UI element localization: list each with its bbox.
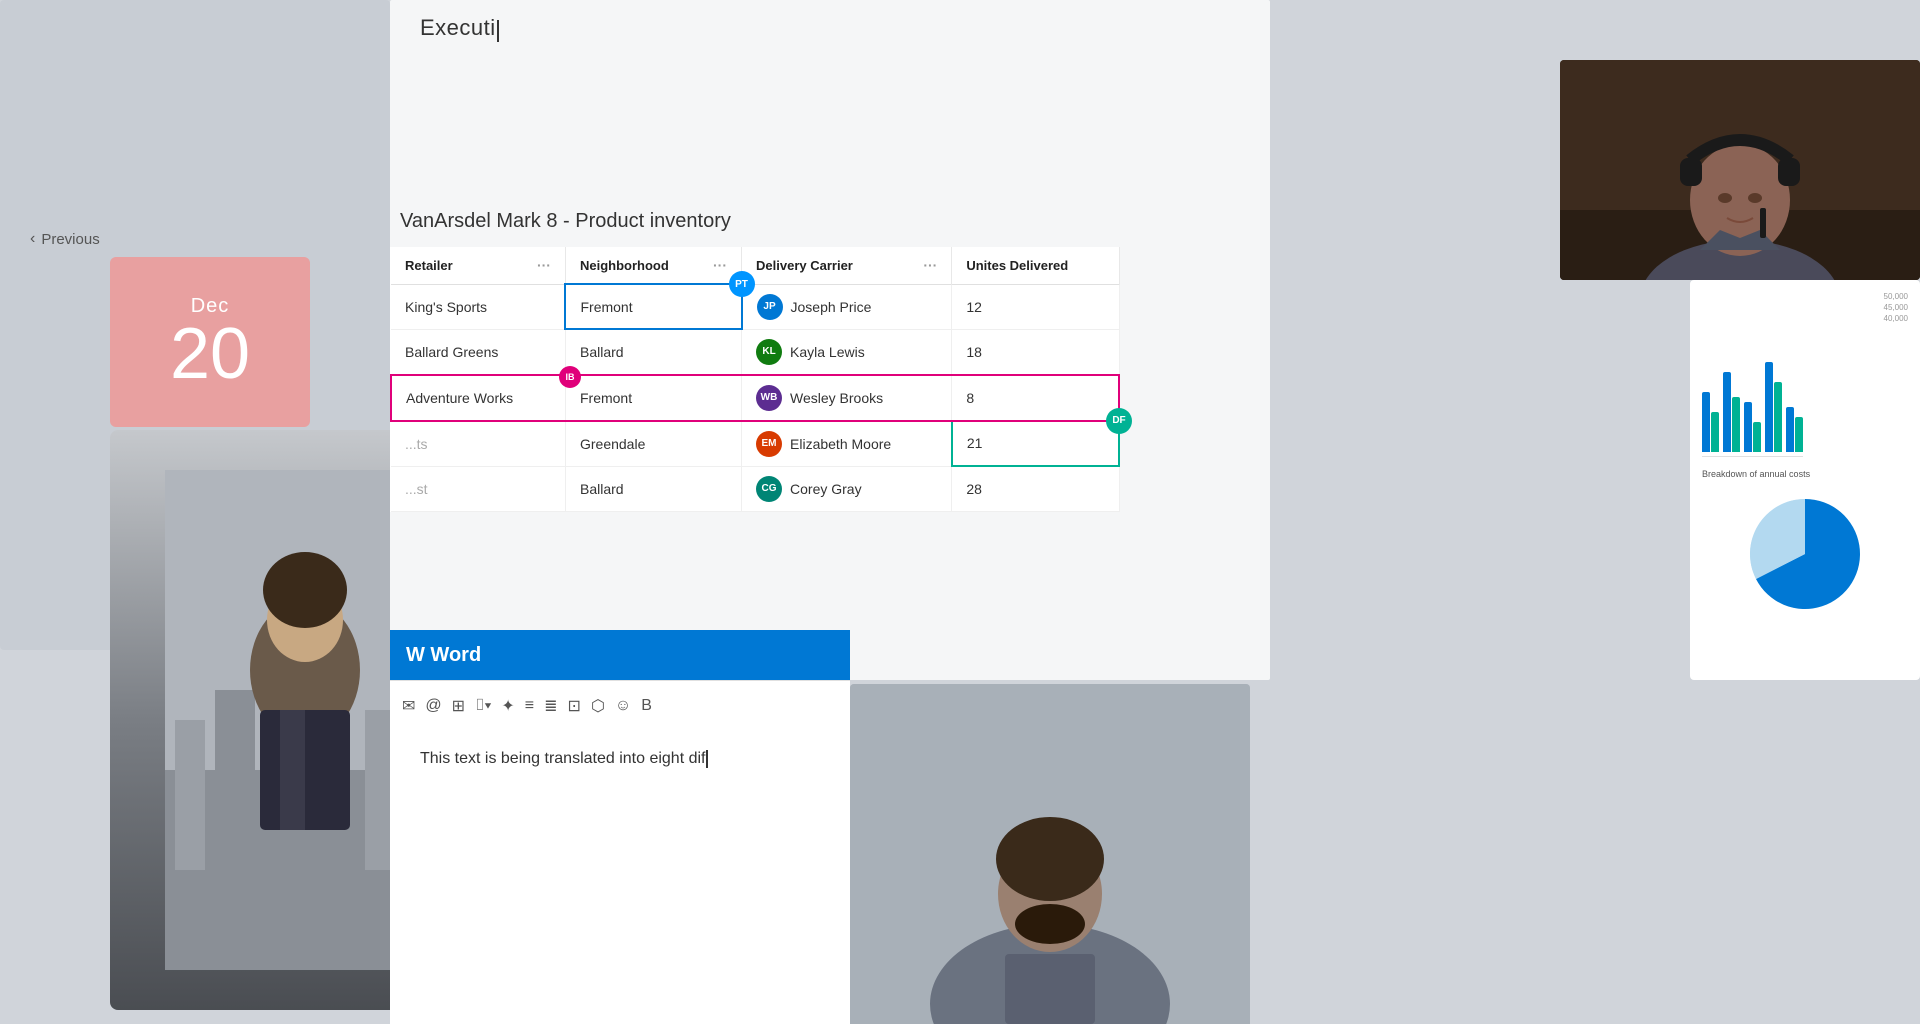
page-title: Executi [420,15,496,40]
bar-teal-4 [1774,382,1782,452]
prev-chevron-icon: ‹ [30,230,35,248]
format-icon[interactable]: ✦ [501,696,514,716]
bar-teal-3 [1753,422,1761,452]
table-header-row: Retailer ··· Neighborhood ··· Delivery C… [391,247,1119,284]
cell-units-1: 12 [952,284,1119,329]
bar-group-5 [1786,407,1803,452]
df-badge: DF [1106,408,1132,434]
cell-neighborhood-3: Fremont [565,375,741,421]
chart-y-40000: 40,000 [1702,314,1908,323]
bar-group-3 [1744,402,1761,452]
col-retailer: Retailer ··· [391,247,565,284]
chart-icon[interactable]: ⌷▾ [475,697,491,715]
prev-label: Previous [41,231,99,248]
chart-y-45000: 45,000 [1702,303,1908,312]
cell-carrier-3: WB Wesley Brooks [742,375,952,421]
bar-blue-1 [1702,392,1710,452]
cell-neighborhood-5: Ballard [565,466,741,511]
table-row: King's Sports Fremont PT JP Joseph Price… [391,284,1119,329]
man-video-frame [1560,60,1920,280]
avatar-jp: JP [757,294,783,320]
col-delivery-carrier: Delivery Carrier ··· [742,247,952,284]
cell-neighborhood-2: Ballard [565,329,741,375]
cell-units-2: 18 [952,329,1119,375]
table-row: ...st Ballard CG Corey Gray 28 [391,466,1119,511]
table-row: ...ts Greendale EM Elizabeth Moore 21 DF [391,421,1119,467]
chart-bars-container [1702,327,1908,465]
ib-badge: IB [559,366,581,388]
bar-group-4 [1765,362,1782,452]
chart-bars-area [1702,327,1803,457]
video-panel-main [1560,60,1920,280]
cell-retailer-2: Ballard Greens [391,329,565,375]
word-toolbar: W Word [390,630,850,680]
product-title: VanArsdel Mark 8 - Product inventory [390,210,1120,233]
align-icon[interactable]: ≣ [544,696,557,716]
word-logo: W Word [406,644,481,667]
table-row: Ballard Greens Ballard KL Kayla Lewis 18 [391,329,1119,375]
cell-units-4[interactable]: 21 DF [952,421,1119,467]
mention-icon[interactable]: @ [425,697,441,715]
bar-group-1 [1702,392,1719,452]
cell-carrier-2: KL Kayla Lewis [742,329,952,375]
cell-retailer-4: ...ts [391,421,565,467]
avatar-kl: KL [756,339,782,365]
bar-teal-2 [1732,397,1740,452]
bottom-text-content: This text is being translated into eight… [420,750,706,767]
bar-blue-2 [1723,372,1731,452]
bottom-text-area[interactable]: This text is being translated into eight… [390,730,850,1024]
cell-carrier-4: EM Elizabeth Moore [742,421,952,467]
cell-neighborhood-4: Greendale [565,421,741,467]
carrier-menu-icon[interactable]: ··· [923,257,937,273]
chart-title: Breakdown of annual costs [1702,469,1908,479]
cell-carrier-1: JP Joseph Price [742,284,952,329]
calendar-day: 20 [170,318,250,390]
col-neighborhood: Neighborhood ··· [565,247,741,284]
bar-blue-4 [1765,362,1773,452]
calendar-icon[interactable]: ⊡ [568,696,581,716]
cell-retailer-1: King's Sports [391,284,565,329]
bar-blue-3 [1744,402,1752,452]
col-units-delivered: Unites Delivered [952,247,1119,284]
text-cursor [706,750,708,768]
avatar-wb: WB [756,385,782,411]
bottom-toolbar[interactable]: ✉ @ ⊞ ⌷▾ ✦ ≡ ≣ ⊡ ⬡ ☺ B [390,680,850,730]
prev-button[interactable]: ‹ Previous [30,230,100,248]
cell-retailer-3: Adventure Works IB [391,375,565,421]
cell-carrier-5: CG Corey Gray [742,466,952,511]
chart-y-50000: 50,000 [1702,292,1908,301]
bottom-video-panel [850,684,1250,1024]
neighborhood-menu-icon[interactable]: ··· [713,257,727,273]
pie-area [1702,489,1908,619]
calendar-widget: Dec 20 [110,257,310,427]
cell-units-5: 28 [952,466,1119,511]
table-row: Adventure Works IB Fremont WB Wesley Bro… [391,375,1119,421]
product-section: VanArsdel Mark 8 - Product inventory Ret… [390,210,1120,512]
cell-retailer-5: ...st [391,466,565,511]
title-cursor [497,20,499,42]
cell-units-3: 8 [952,375,1119,421]
bar-blue-5 [1786,407,1794,452]
avatar-cg: CG [756,476,782,502]
cell-neighborhood-1[interactable]: Fremont PT [565,284,741,329]
avatar-em: EM [756,431,782,457]
pt-badge: PT [729,271,755,297]
retailer-menu-icon[interactable]: ··· [537,257,551,273]
header-area: Executi [420,15,499,42]
product-table: Retailer ··· Neighborhood ··· Delivery C… [390,247,1120,512]
bar-group-2 [1723,372,1740,452]
pie-chart [1740,489,1870,619]
list-icon[interactable]: ≡ [525,697,534,715]
bold-icon[interactable]: B [641,697,652,715]
chart-panel: 50,000 45,000 40,000 [1690,280,1920,680]
link-icon[interactable]: ⬡ [591,696,605,716]
emoji-icon[interactable]: ☺ [615,697,631,715]
mail-icon[interactable]: ✉ [402,696,415,716]
second-person-video [850,684,1250,1024]
bar-teal-1 [1711,412,1719,452]
table-icon[interactable]: ⊞ [452,696,465,716]
bar-teal-5 [1795,417,1803,452]
